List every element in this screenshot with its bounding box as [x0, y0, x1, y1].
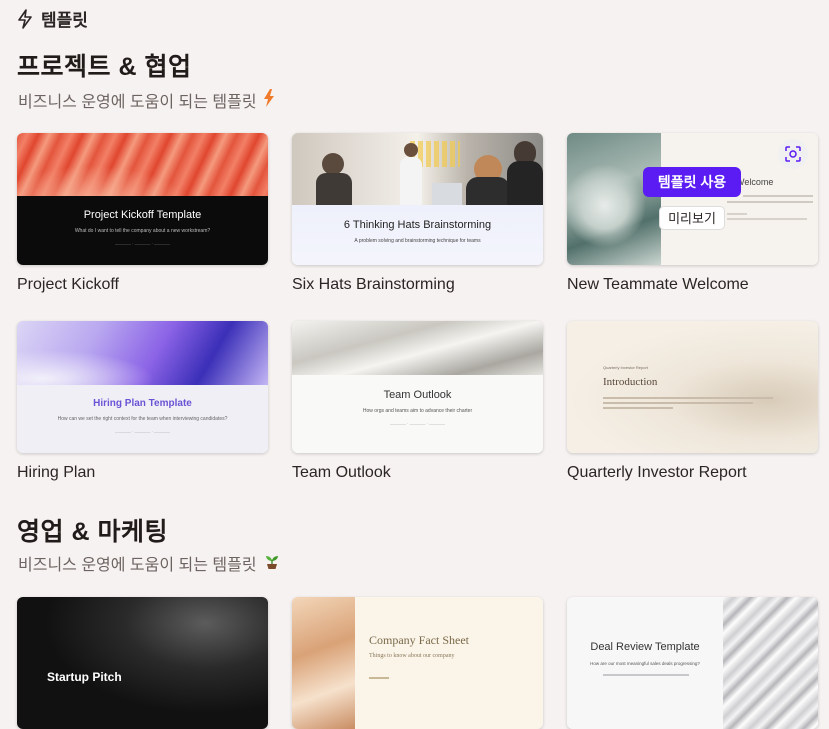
section-subtitle-text: 비즈니스 운영에 도움이 되는 템플릿 — [18, 94, 257, 111]
thumbnail-wave-image — [292, 597, 355, 729]
template-thumbnail[interactable]: Quarterly Investor Report Introduction — [567, 321, 818, 453]
thumbnail-title: Company Fact Sheet — [369, 633, 469, 647]
template-card-deal-review[interactable]: Deal Review Template How are our most me… — [567, 597, 818, 729]
template-thumbnail[interactable]: Deal Review Template How are our most me… — [567, 597, 818, 729]
template-thumbnail[interactable]: Project Kickoff Template What do I want … — [17, 133, 268, 265]
use-template-button[interactable]: 템플릿 사용 — [643, 167, 741, 197]
template-thumbnail[interactable]: ate Welcome 템플릿 사용 미리보기 — [567, 133, 818, 265]
thumbnail-subtitle: Things to know about our company — [369, 653, 455, 659]
thumbnail-wave-image — [292, 321, 543, 375]
thumbnail-subtitle: How are our most meaningful sales deals … — [590, 661, 700, 666]
thumbnail-subtitle: How orgs and teams aim to advance their … — [362, 408, 473, 414]
thumbnail-wave-image — [567, 133, 661, 265]
template-name[interactable]: Quarterly Investor Report — [567, 464, 747, 482]
template-thumbnail[interactable]: Company Fact Sheet Things to know about … — [292, 597, 543, 729]
section-subtitle-sales: 비즈니스 운영에 도움이 되는 템플릿 — [18, 551, 281, 575]
page-title: 템플릿 — [41, 11, 88, 30]
thumbnail-wave-image — [17, 321, 268, 385]
thumbnail-subtitle: A problem solving and brainstorming tech… — [354, 238, 481, 244]
template-name[interactable]: Hiring Plan — [17, 464, 95, 482]
template-name[interactable]: Team Outlook — [292, 464, 391, 482]
template-card-project-kickoff[interactable]: Project Kickoff Template What do I want … — [17, 133, 268, 293]
preview-button[interactable]: 미리보기 — [659, 206, 725, 230]
thumbnail-title: 6 Thinking Hats Brainstorming — [343, 219, 492, 231]
thumbnail-title: Team Outlook — [383, 389, 452, 401]
template-thumbnail[interactable]: Team Outlook How orgs and teams aim to a… — [292, 321, 543, 453]
thumbnail-wave-image — [723, 597, 818, 729]
thumbnail-title: Project Kickoff Template — [83, 209, 202, 221]
template-card-hiring-plan[interactable]: Hiring Plan Template How can we set the … — [17, 321, 268, 481]
thumbnail-title: Hiring Plan Template — [93, 398, 192, 409]
template-thumbnail[interactable]: Hiring Plan Template How can we set the … — [17, 321, 268, 453]
page-header: 템플릿 — [17, 6, 88, 31]
thumbnail-title: Deal Review Template — [590, 641, 700, 653]
section-title-project: 프로젝트 & 협업 — [17, 53, 192, 81]
template-card-startup-pitch[interactable]: Startup Pitch — [17, 597, 268, 729]
thumbnail-wave-image — [17, 133, 268, 196]
template-card-team-outlook[interactable]: Team Outlook How orgs and teams aim to a… — [292, 321, 543, 481]
thumbnail-title: Startup Pitch — [47, 670, 122, 684]
thumbnail-meta: ———— · ———— · ———— — [389, 421, 446, 426]
thumbnail-kicker: Quarterly Investor Report — [603, 365, 648, 370]
thumbnail-photo — [292, 133, 543, 205]
template-name[interactable]: Six Hats Brainstorming — [292, 276, 455, 294]
thumbnail-meta: ———— · ———— · ———— — [114, 429, 171, 434]
thumbnail-meta: ———— · ———— · ———— — [114, 241, 171, 246]
thumbnail-subtitle: What do I want to tell the company about… — [74, 228, 211, 234]
seedling-emoji-icon — [263, 552, 281, 575]
template-name[interactable]: New Teammate Welcome — [567, 276, 749, 294]
template-name[interactable]: Project Kickoff — [17, 276, 119, 294]
template-thumbnail[interactable]: 6 Thinking Hats Brainstorming A problem … — [292, 133, 543, 265]
section-title-sales: 영업 & 마케팅 — [17, 518, 168, 546]
thumbnail-subtitle: How can we set the right context for the… — [57, 416, 228, 422]
template-card-company-fact[interactable]: Company Fact Sheet Things to know about … — [292, 597, 543, 729]
template-card-six-hats[interactable]: 6 Thinking Hats Brainstorming A problem … — [292, 133, 543, 293]
template-card-new-teammate[interactable]: ate Welcome 템플릿 사용 미리보기 New Teammate Wel… — [567, 133, 818, 293]
section-subtitle-text: 비즈니스 운영에 도움이 되는 템플릿 — [18, 557, 257, 574]
lightning-emoji-icon — [263, 88, 275, 112]
section-subtitle-project: 비즈니스 운영에 도움이 되는 템플릿 — [18, 88, 275, 112]
bolt-icon — [17, 8, 33, 29]
template-card-quarterly-investor[interactable]: Quarterly Investor Report Introduction Q… — [567, 321, 818, 481]
template-thumbnail[interactable]: Startup Pitch — [17, 597, 268, 729]
scan-icon[interactable] — [778, 139, 808, 169]
thumbnail-title: Introduction — [603, 376, 658, 388]
